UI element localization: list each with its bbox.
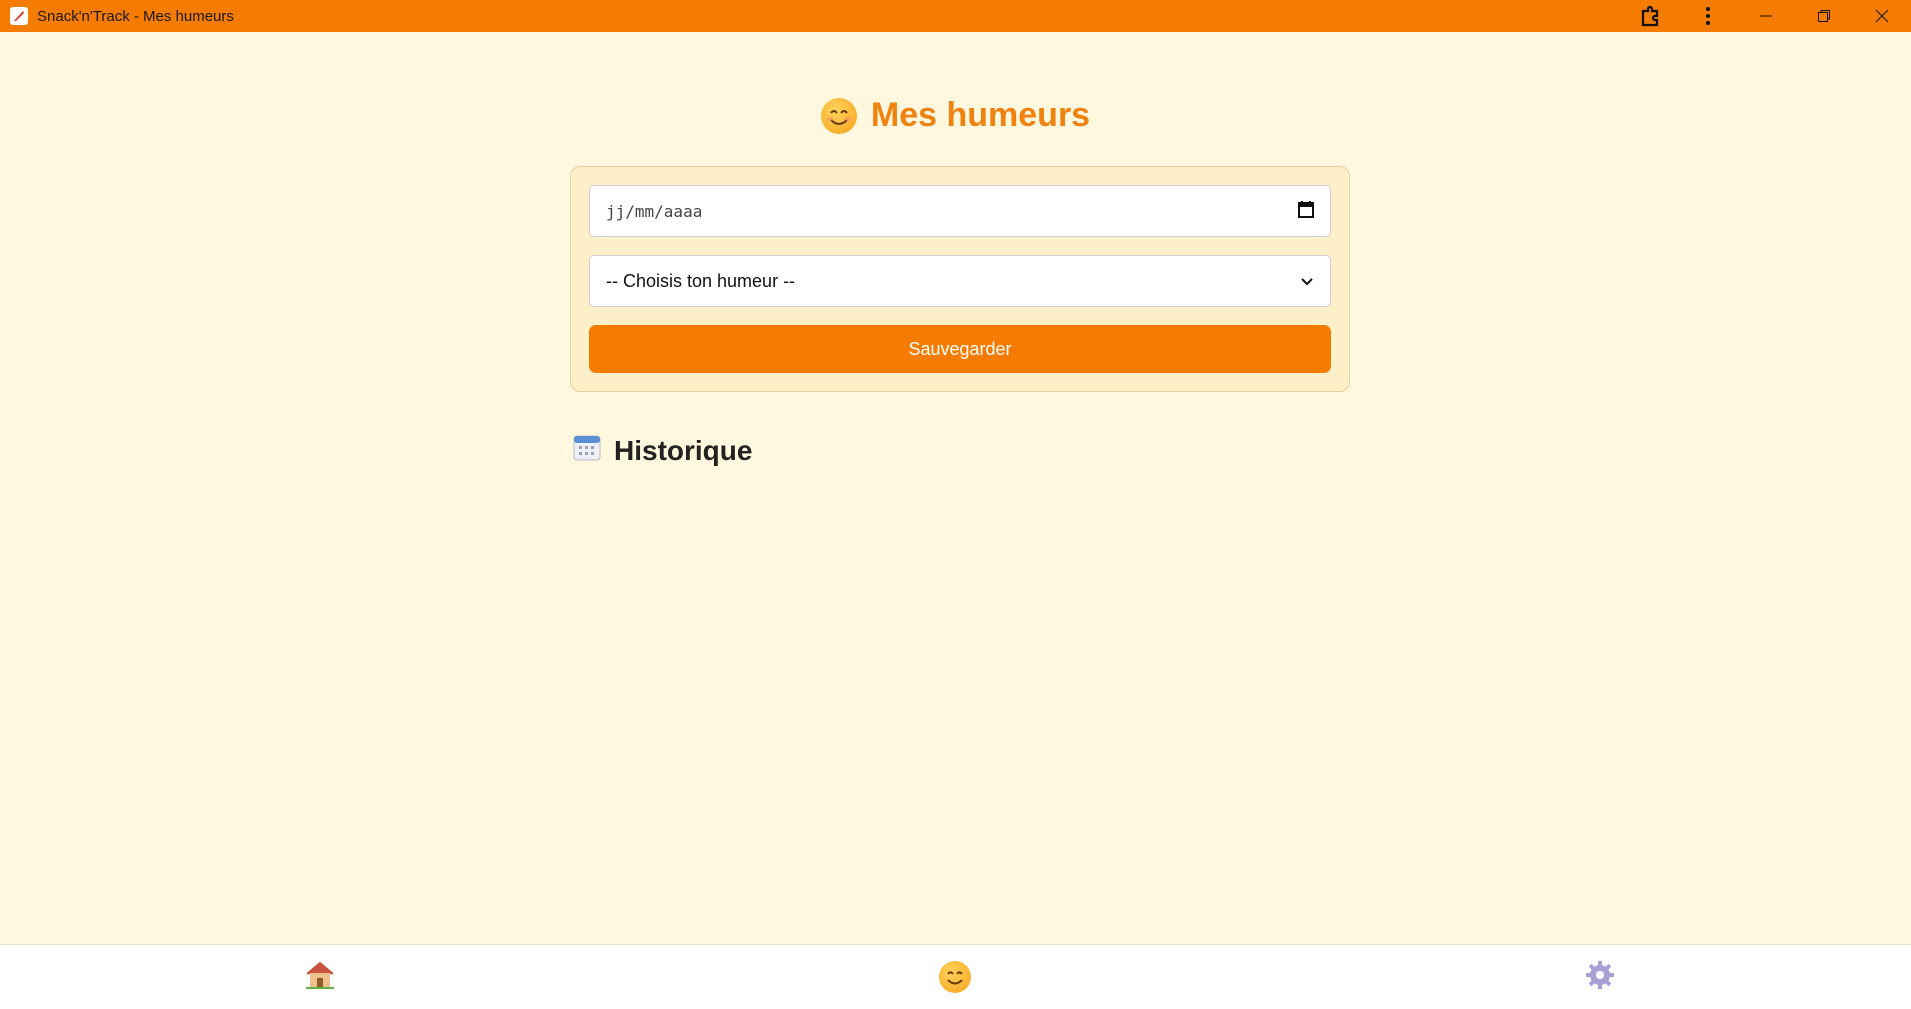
chevron-down-icon — [1300, 271, 1314, 292]
extensions-icon[interactable] — [1621, 0, 1679, 32]
nav-home[interactable] — [220, 945, 420, 1009]
nav-settings[interactable] — [1500, 945, 1700, 1009]
date-input[interactable]: jj/mm/aaaa — [589, 185, 1331, 237]
minimize-icon[interactable] — [1737, 0, 1795, 32]
history-heading: Historique — [572, 432, 752, 469]
mood-select[interactable]: -- Choisis ton humeur -- — [589, 255, 1331, 307]
gear-icon — [1584, 959, 1616, 996]
restore-icon[interactable] — [1795, 0, 1853, 32]
save-button[interactable]: Sauvegarder — [589, 325, 1331, 373]
home-icon — [304, 960, 336, 995]
calendar-picker-icon[interactable] — [1298, 200, 1314, 222]
calendar-icon — [572, 432, 602, 469]
date-placeholder: jj/mm/aaaa — [606, 201, 703, 221]
mood-select-value: -- Choisis ton humeur -- — [606, 270, 796, 291]
history-title-text: Historique — [614, 434, 753, 466]
page-title: Mes humeurs — [0, 96, 1911, 135]
page-title-text: Mes humeurs — [870, 96, 1091, 134]
window-titlebar: Snack'n'Track - Mes humeurs — [0, 0, 1911, 32]
close-icon[interactable] — [1853, 0, 1911, 32]
main-content: Mes humeurs jj/mm/aaaa -- Choisis ton hu… — [0, 32, 1911, 944]
bottom-nav — [0, 944, 1911, 1009]
nav-moods[interactable] — [855, 945, 1055, 1009]
app-logo-icon — [10, 7, 28, 25]
smiling-face-icon — [820, 97, 857, 134]
window-title: Snack'n'Track - Mes humeurs — [37, 7, 234, 25]
more-vertical-icon[interactable] — [1679, 0, 1737, 32]
smiling-face-icon — [939, 961, 971, 993]
mood-form-card: jj/mm/aaaa -- Choisis ton humeur -- Sauv… — [570, 166, 1350, 392]
